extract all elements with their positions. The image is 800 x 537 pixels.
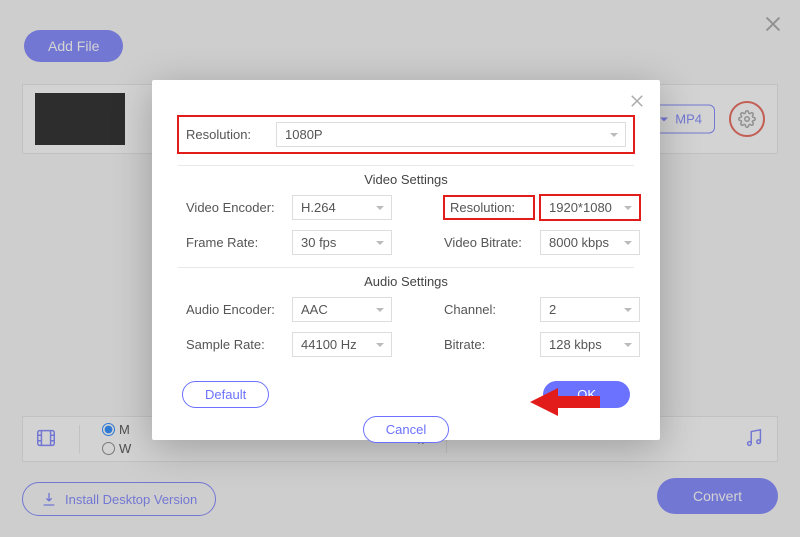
merge-radio-1[interactable]: M (102, 422, 131, 437)
audio-bitrate-select[interactable]: 128 kbps (540, 332, 640, 357)
install-label: Install Desktop Version (65, 492, 197, 507)
profile-resolution-value: 1080P (285, 127, 323, 142)
close-icon[interactable] (628, 90, 646, 116)
format-label: MP4 (675, 112, 702, 127)
gear-icon (738, 110, 756, 128)
frame-rate-label: Frame Rate: (186, 235, 286, 250)
frame-rate-select[interactable]: 30 fps (292, 230, 392, 255)
divider (79, 425, 80, 453)
video-settings-title: Video Settings (178, 165, 634, 187)
ok-button[interactable]: OK (543, 381, 630, 408)
channel-select[interactable]: 2 (540, 297, 640, 322)
channel-value: 2 (549, 302, 556, 317)
video-bitrate-value: 8000 kbps (549, 235, 609, 250)
video-resolution-select[interactable]: 1920*1080 (540, 195, 640, 220)
video-resolution-value: 1920*1080 (549, 200, 612, 215)
default-button[interactable]: Default (182, 381, 269, 408)
radio-1-letter: M (119, 422, 130, 437)
convert-button[interactable]: Convert (657, 478, 778, 514)
sample-rate-select[interactable]: 44100 Hz (292, 332, 392, 357)
install-desktop-button[interactable]: Install Desktop Version (22, 482, 216, 516)
audio-encoder-select[interactable]: AAC (292, 297, 392, 322)
sample-rate-value: 44100 Hz (301, 337, 357, 352)
video-encoder-select[interactable]: H.264 (292, 195, 392, 220)
radio-2-letter: W (119, 441, 131, 456)
audio-bitrate-value: 128 kbps (549, 337, 602, 352)
add-file-label: Add File (48, 38, 99, 54)
profile-resolution-select[interactable]: 1080P (276, 122, 626, 147)
radio-input[interactable] (102, 442, 115, 455)
channel-label: Channel: (444, 302, 534, 317)
settings-button[interactable] (729, 101, 765, 137)
frame-rate-value: 30 fps (301, 235, 336, 250)
video-encoder-label: Video Encoder: (186, 200, 286, 215)
chevron-down-icon (660, 118, 668, 126)
cancel-button[interactable]: Cancel (363, 416, 449, 443)
profile-resolution-label: Resolution: (186, 127, 266, 142)
sample-rate-label: Sample Rate: (186, 337, 286, 352)
convert-label: Convert (693, 488, 742, 504)
dialog-button-row: Default OK (178, 381, 634, 408)
default-label: Default (205, 387, 246, 402)
settings-dialog: Resolution: 1080P Video Settings Video E… (152, 80, 660, 440)
download-icon (41, 491, 57, 507)
video-bitrate-label: Video Bitrate: (444, 235, 534, 250)
video-thumbnail[interactable] (35, 93, 125, 145)
video-settings-grid: Video Encoder: H.264 Resolution: 1920*10… (178, 195, 634, 255)
audio-settings-title: Audio Settings (178, 267, 634, 289)
profile-resolution-row: Resolution: 1080P (178, 116, 634, 153)
audio-settings-grid: Audio Encoder: AAC Channel: 2 Sample Rat… (178, 297, 634, 357)
film-icon (35, 427, 57, 452)
audio-bitrate-label: Bitrate: (444, 337, 534, 352)
cancel-label: Cancel (386, 422, 426, 437)
ok-label: OK (577, 387, 596, 402)
video-bitrate-select[interactable]: 8000 kbps (540, 230, 640, 255)
audio-encoder-value: AAC (301, 302, 328, 317)
radio-input[interactable] (102, 423, 115, 436)
add-file-button[interactable]: Add File (24, 30, 123, 62)
merge-radio-2[interactable]: W (102, 441, 131, 456)
music-icon[interactable] (743, 427, 765, 452)
page-close-icon[interactable] (762, 10, 784, 42)
audio-encoder-label: Audio Encoder: (186, 302, 286, 317)
video-resolution-label: Resolution: (444, 196, 534, 219)
video-encoder-value: H.264 (301, 200, 336, 215)
